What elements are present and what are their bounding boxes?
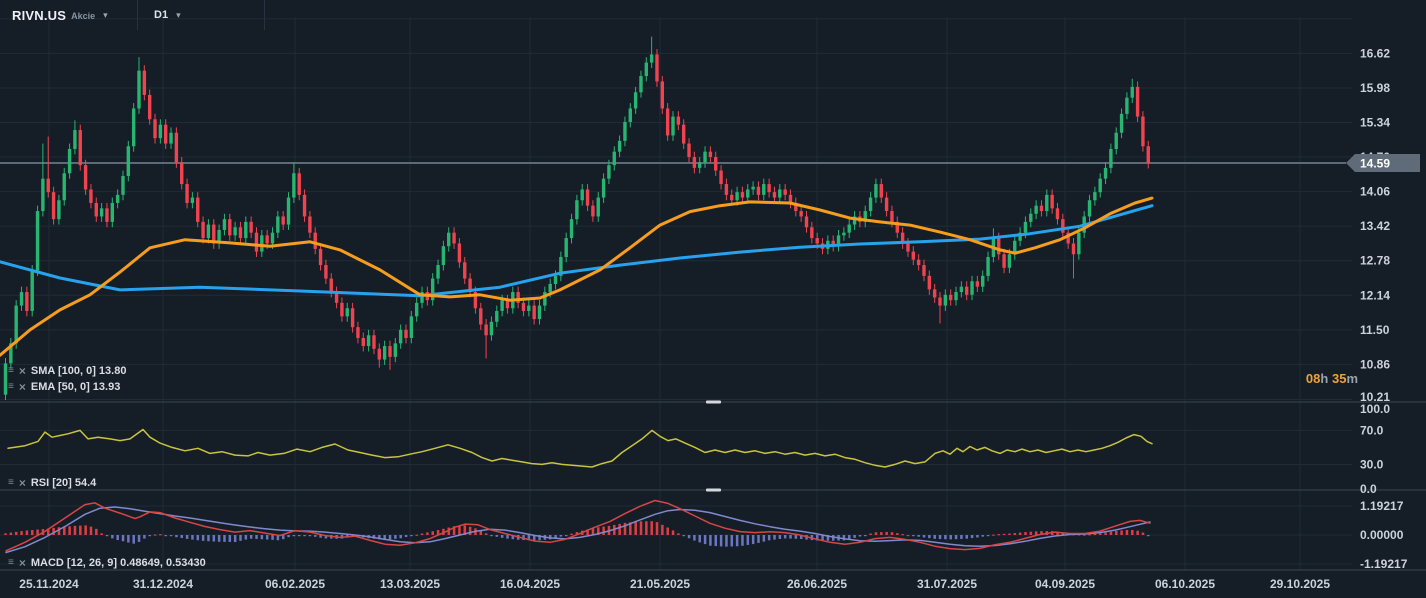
ema-legend-label: EMA [50, 0] 13.93 — [31, 381, 120, 393]
pane-separator — [0, 402, 1426, 570]
chart-canvas[interactable]: 16.6215.9815.3414.7014.0613.4212.7812.14… — [0, 0, 1426, 598]
instrument-type-label: Akcie — [71, 11, 95, 21]
svg-text:10.86: 10.86 — [1360, 357, 1390, 371]
countdown-hours: 08 — [1306, 371, 1320, 386]
svg-text:06.10.2025: 06.10.2025 — [1155, 577, 1215, 591]
svg-text:13.42: 13.42 — [1360, 219, 1390, 233]
indicator-legend-rsi: ≡ × RSI [20] 54.4 — [8, 477, 96, 489]
trading-chart-window: 16.6215.9815.3414.7014.0613.4212.7812.14… — [0, 0, 1426, 598]
sma-legend-label: SMA [100, 0] 13.80 — [31, 365, 127, 377]
svg-text:30.0: 30.0 — [1360, 457, 1384, 471]
indicator-remove-icon[interactable]: × — [19, 558, 26, 568]
indicator-legend-ema: ≡ × EMA [50, 0] 13.93 — [8, 381, 120, 393]
svg-text:14.59: 14.59 — [1360, 157, 1390, 171]
date-axis-labels: 25.11.2024 31.12.2024 06.02.2025 13.03.2025… — [19, 577, 1330, 591]
pane-resize-handle[interactable] — [706, 401, 721, 492]
chevron-down-icon: ▾ — [103, 10, 108, 21]
svg-text:13.03.2025: 13.03.2025 — [380, 577, 440, 591]
svg-text:04.09.2025: 04.09.2025 — [1035, 577, 1095, 591]
svg-text:14.06: 14.06 — [1360, 185, 1390, 199]
price-axis-labels: 16.6215.9815.3414.7014.0613.4212.7812.14… — [1360, 46, 1390, 404]
svg-text:31.12.2024: 31.12.2024 — [133, 577, 193, 591]
timeframe-selector[interactable]: D1 ▾ — [138, 0, 265, 30]
chart-toolbar: RIVN.US Akcie ▾ D1 ▾ — [0, 0, 265, 30]
svg-text:16.04.2025: 16.04.2025 — [500, 577, 560, 591]
indicator-settings-icon[interactable]: ≡ — [8, 366, 14, 376]
svg-text:70.0: 70.0 — [1360, 423, 1384, 437]
svg-text:06.02.2025: 06.02.2025 — [265, 577, 325, 591]
svg-text:12.78: 12.78 — [1360, 254, 1390, 268]
svg-text:0.00000: 0.00000 — [1360, 528, 1404, 542]
countdown-minutes: 35 — [1332, 371, 1346, 386]
svg-text:16.62: 16.62 — [1360, 46, 1390, 60]
macd-line — [6, 501, 1150, 551]
macd-signal-line — [6, 507, 1150, 553]
macd-legend-label: MACD [12, 26, 9] 0.48649, 0.53430 — [31, 557, 206, 569]
indicator-legend-macd: ≡ × MACD [12, 26, 9] 0.48649, 0.53430 — [8, 557, 206, 569]
svg-text:11.50: 11.50 — [1360, 323, 1390, 337]
rsi-axis-labels: 100.0 70.0 30.0 0.0 — [1360, 402, 1390, 496]
svg-text:21.05.2025: 21.05.2025 — [630, 577, 690, 591]
symbol-selector[interactable]: RIVN.US Akcie ▾ — [0, 0, 138, 30]
svg-text:26.06.2025: 26.06.2025 — [787, 577, 847, 591]
indicator-remove-icon[interactable]: × — [19, 366, 26, 376]
svg-text:25.11.2024: 25.11.2024 — [19, 577, 79, 591]
svg-text:15.98: 15.98 — [1360, 81, 1390, 95]
current-price-tag: 14.59 — [1346, 154, 1420, 172]
symbol-name: RIVN.US — [12, 8, 66, 23]
svg-text:12.14: 12.14 — [1360, 288, 1390, 302]
indicator-settings-icon[interactable]: ≡ — [8, 382, 14, 392]
svg-text:-1.19217: -1.19217 — [1360, 557, 1408, 571]
svg-text:1.19217: 1.19217 — [1360, 499, 1404, 513]
svg-text:100.0: 100.0 — [1360, 402, 1390, 416]
timeframe-label: D1 — [154, 9, 168, 21]
indicator-settings-icon[interactable]: ≡ — [8, 558, 14, 568]
candle-countdown: 08h 35m — [1296, 371, 1358, 386]
countdown-minutes-unit: m — [1346, 371, 1358, 386]
svg-text:31.07.2025: 31.07.2025 — [917, 577, 977, 591]
indicator-remove-icon[interactable]: × — [19, 382, 26, 392]
svg-text:15.34: 15.34 — [1360, 116, 1390, 130]
countdown-hours-unit: h — [1320, 371, 1328, 386]
chevron-down-icon: ▾ — [176, 10, 181, 21]
indicator-remove-icon[interactable]: × — [19, 478, 26, 488]
rsi-legend-label: RSI [20] 54.4 — [31, 477, 96, 489]
horizontal-gridlines — [0, 19, 1352, 564]
macd-axis-labels: 1.19217 0.00000 -1.19217 — [1360, 499, 1408, 571]
rsi-line — [8, 430, 1152, 468]
candlestick-series — [4, 37, 1150, 400]
svg-text:0.0: 0.0 — [1360, 482, 1377, 496]
indicator-legend-sma: ≡ × SMA [100, 0] 13.80 — [8, 365, 126, 377]
vertical-gridlines — [49, 17, 1300, 570]
indicator-settings-icon[interactable]: ≡ — [8, 478, 14, 488]
ema-line — [0, 198, 1152, 355]
svg-text:29.10.2025: 29.10.2025 — [1270, 577, 1330, 591]
